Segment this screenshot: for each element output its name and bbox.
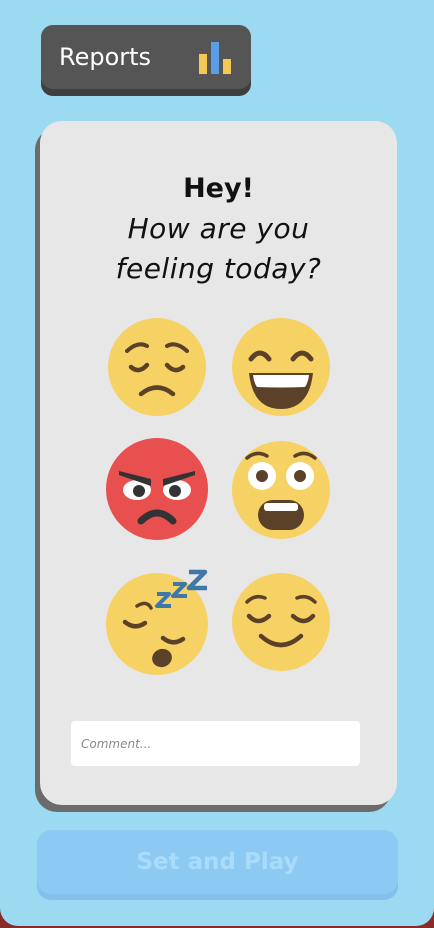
mood-happy-button[interactable] — [231, 317, 331, 417]
reports-button[interactable]: Reports — [41, 25, 251, 89]
grinning-face-icon — [232, 318, 330, 416]
reports-button-label: Reports — [59, 43, 152, 71]
mood-angry-button[interactable] — [105, 437, 209, 541]
mood-sleepy-button[interactable] — [105, 568, 211, 676]
relieved-face-icon — [232, 573, 330, 671]
greeting: Hey! How are you feeling today? — [40, 169, 397, 289]
shocked-face-icon — [232, 441, 330, 539]
mood-calm-button[interactable] — [231, 572, 331, 672]
bar-chart-icon — [199, 42, 231, 74]
mood-shocked-button[interactable] — [231, 440, 331, 540]
sad-face-icon — [108, 318, 206, 416]
set-and-play-button[interactable]: Set and Play — [37, 830, 398, 894]
mood-card: Hey! How are you feeling today? — [40, 121, 397, 805]
sleepy-face-icon — [106, 569, 208, 675]
comment-input[interactable] — [71, 721, 360, 766]
greeting-title: Hey! — [183, 173, 254, 204]
angry-face-icon — [106, 438, 208, 540]
greeting-question: How are you feeling today? — [115, 212, 322, 285]
app-screen: Reports Hey! How are you feeling today? — [0, 0, 434, 926]
mood-sad-button[interactable] — [107, 317, 207, 417]
